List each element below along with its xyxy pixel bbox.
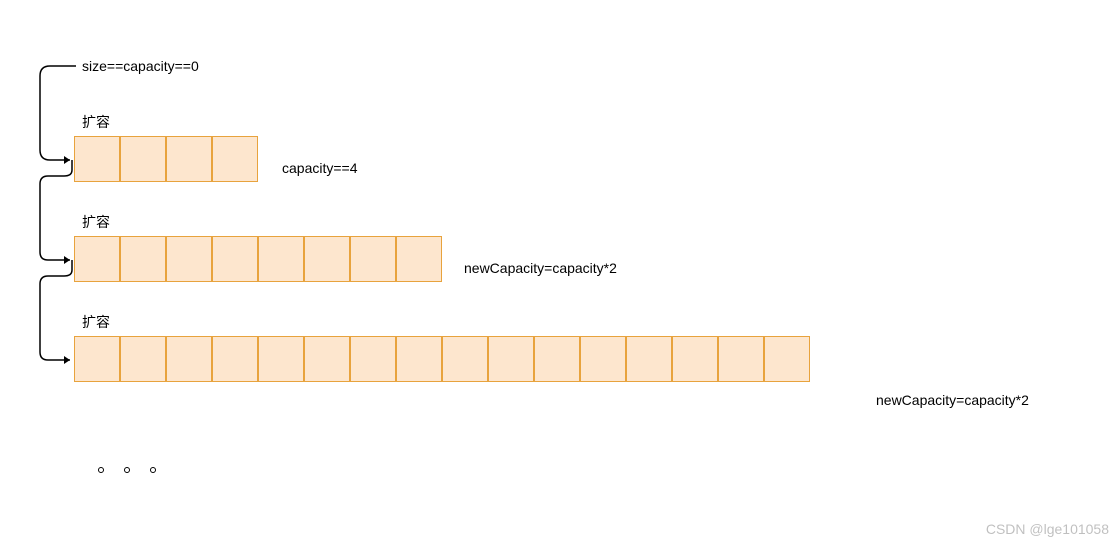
cell <box>304 236 350 282</box>
dot <box>124 467 130 473</box>
cell-row-1 <box>74 136 258 182</box>
cell <box>120 336 166 382</box>
cell <box>350 336 396 382</box>
cell <box>212 336 258 382</box>
cell <box>718 336 764 382</box>
cell <box>764 336 810 382</box>
stage-2-label: 扩容 <box>82 212 110 232</box>
cell <box>166 336 212 382</box>
stage-2-caption: newCapacity=capacity*2 <box>464 260 617 276</box>
dot <box>98 467 104 473</box>
cell <box>212 236 258 282</box>
cell <box>488 336 534 382</box>
cell <box>396 236 442 282</box>
cell-row-2 <box>74 236 442 282</box>
ellipsis-dots <box>98 467 156 473</box>
watermark-text: CSDN @lge101058 <box>986 521 1109 537</box>
cell <box>74 336 120 382</box>
stage-1-caption: capacity==4 <box>282 160 358 176</box>
cell <box>212 136 258 182</box>
cell <box>120 236 166 282</box>
cell <box>442 336 488 382</box>
cell <box>120 136 166 182</box>
cell <box>534 336 580 382</box>
cell <box>258 336 304 382</box>
stage-3-caption: newCapacity=capacity*2 <box>876 392 1029 408</box>
cell <box>350 236 396 282</box>
cell <box>258 236 304 282</box>
initial-state-text: size==capacity==0 <box>82 58 199 74</box>
cell <box>166 136 212 182</box>
cell <box>626 336 672 382</box>
stage-1-label: 扩容 <box>82 112 110 132</box>
cell <box>580 336 626 382</box>
cell <box>672 336 718 382</box>
dot <box>150 467 156 473</box>
cell-row-3 <box>74 336 810 382</box>
cell <box>74 136 120 182</box>
cell <box>304 336 350 382</box>
stage-3-label: 扩容 <box>82 312 110 332</box>
cell <box>166 236 212 282</box>
cell <box>396 336 442 382</box>
cell <box>74 236 120 282</box>
